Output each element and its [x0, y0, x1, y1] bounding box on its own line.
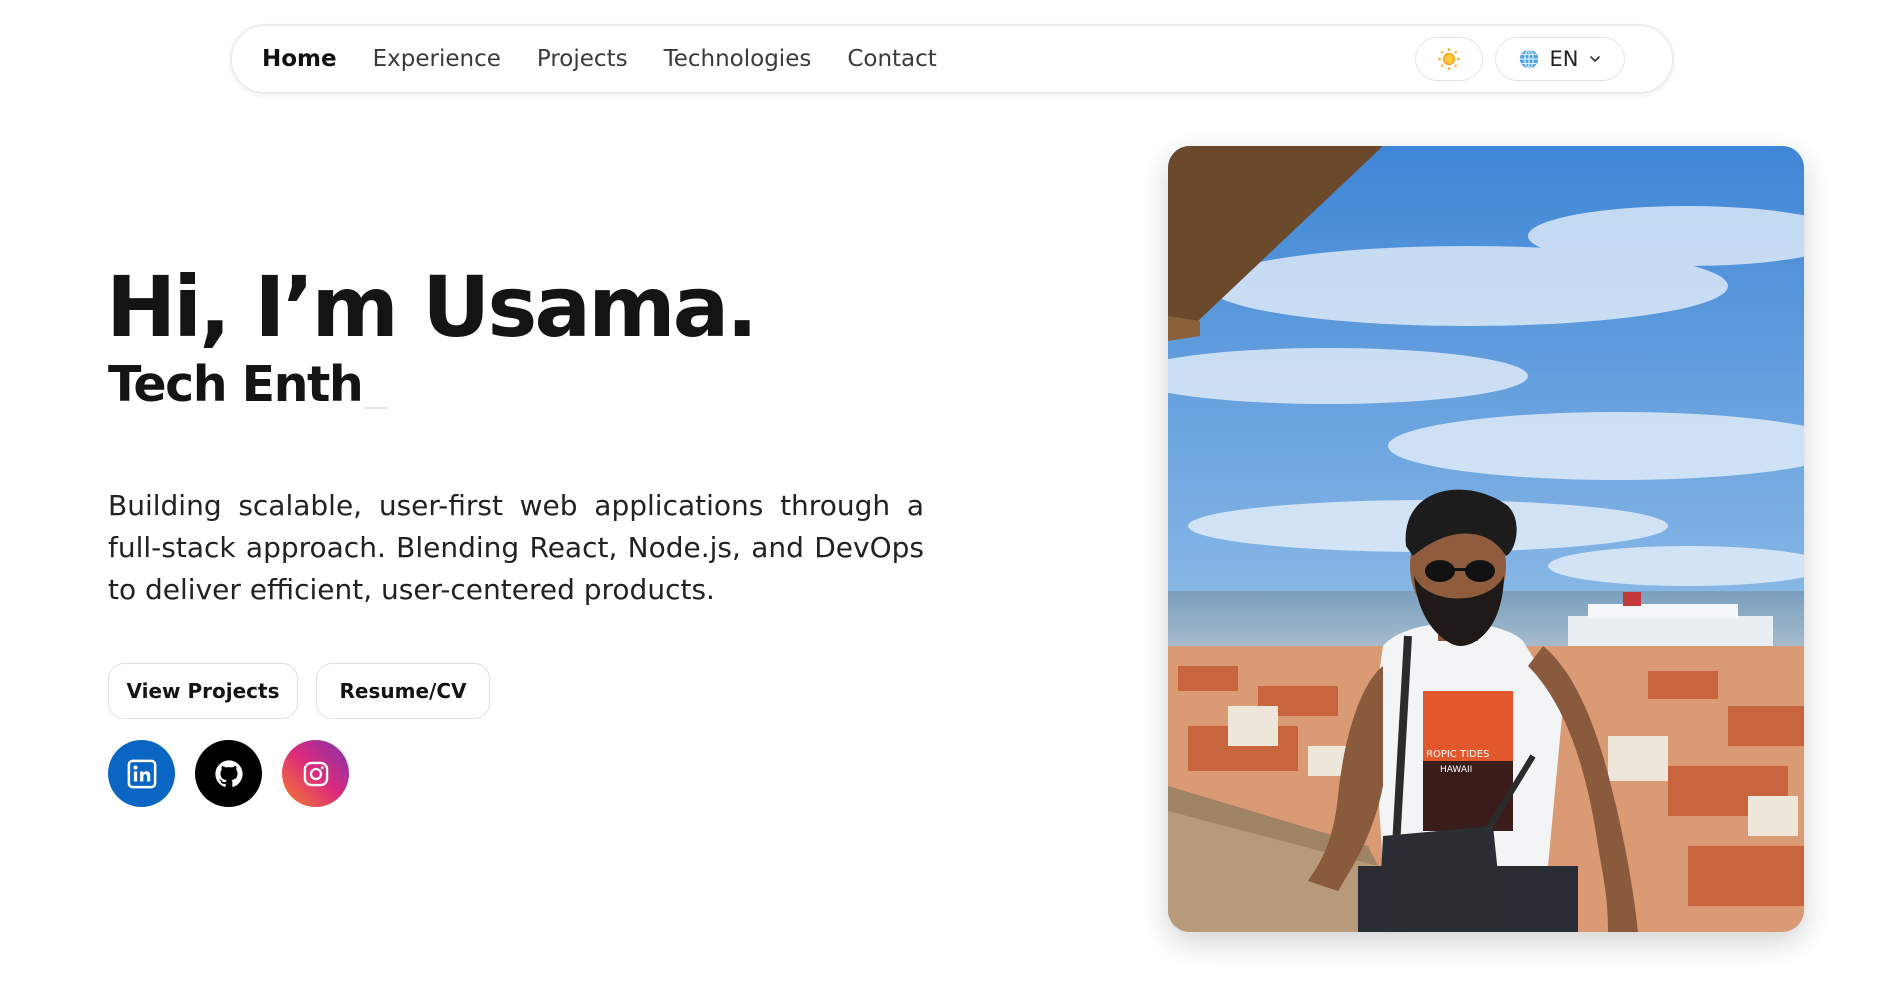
profile-photo-illustration: ROPIC TIDES HAWAII — [1168, 146, 1804, 932]
top-navbar: Home Experience Projects Technologies Co… — [230, 24, 1674, 94]
chevron-down-icon — [1590, 56, 1601, 62]
hero-buttons: View Projects Resume/CV — [108, 663, 490, 719]
language-label: EN — [1549, 47, 1579, 71]
nav-link-contact[interactable]: Contact — [847, 46, 936, 72]
theme-toggle-button[interactable] — [1415, 37, 1483, 81]
hero-description: Building scalable, user-first web applic… — [108, 489, 924, 606]
github-link[interactable] — [195, 740, 262, 807]
nav-links: Home Experience Projects Technologies Co… — [262, 46, 937, 72]
view-projects-button[interactable]: View Projects — [108, 663, 298, 719]
hero-subtitle-text: Tech Enth — [108, 356, 364, 413]
github-icon — [214, 759, 243, 787]
instagram-link[interactable] — [282, 740, 349, 807]
language-select[interactable]: EN — [1495, 37, 1625, 81]
nav-link-projects[interactable]: Projects — [537, 46, 628, 72]
instagram-icon — [303, 761, 328, 786]
nav-controls: EN — [1415, 37, 1625, 81]
typing-cursor — [364, 407, 389, 409]
nav-link-home[interactable]: Home — [262, 46, 337, 72]
linkedin-link[interactable] — [108, 740, 175, 807]
hero-subtitle: Tech Enth — [108, 360, 389, 409]
sun-icon — [1438, 48, 1460, 70]
shirt-print-text: ROPIC TIDES — [1426, 749, 1489, 760]
globe-icon — [1519, 49, 1538, 69]
hero-title: Hi, I’m Usama. — [106, 258, 758, 356]
resume-cv-button[interactable]: Resume/CV — [316, 663, 490, 719]
social-links — [108, 740, 349, 807]
linkedin-icon — [127, 759, 156, 788]
nav-link-technologies[interactable]: Technologies — [664, 46, 812, 72]
profile-photo: ROPIC TIDES HAWAII — [1168, 146, 1804, 932]
shirt-print-text: HAWAII — [1440, 765, 1472, 775]
nav-link-experience[interactable]: Experience — [373, 46, 501, 72]
